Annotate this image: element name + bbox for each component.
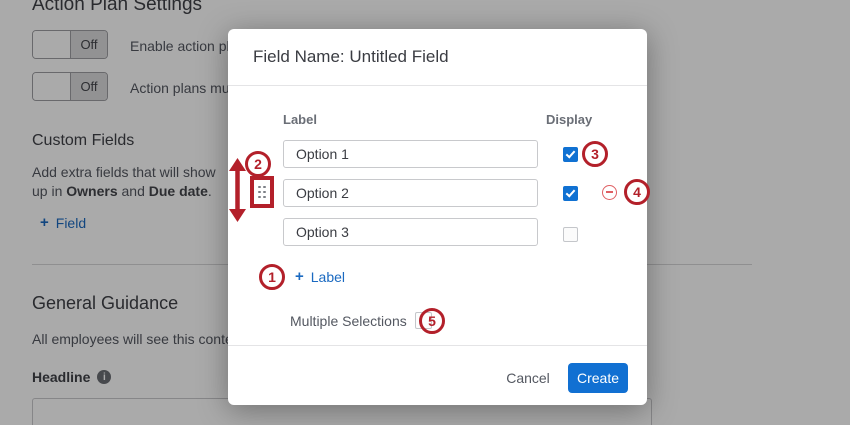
checkmark-icon bbox=[566, 148, 576, 158]
annotation-circle-2: 2 bbox=[245, 151, 271, 177]
option-3-label-input[interactable] bbox=[283, 218, 538, 246]
option-2-display-checkbox[interactable] bbox=[563, 186, 578, 201]
annotation-circle-5: 5 bbox=[419, 308, 445, 334]
reorder-arrow-icon bbox=[228, 158, 247, 222]
annotation-circle-4: 4 bbox=[624, 179, 650, 205]
multiple-selections-row: Multiple Selections bbox=[290, 312, 432, 329]
option-1-label-input[interactable] bbox=[283, 140, 538, 168]
create-button[interactable]: Create bbox=[568, 363, 628, 393]
drag-handle-highlight-box bbox=[250, 176, 274, 208]
footer-divider bbox=[228, 345, 647, 346]
modal-title: Field Name: Untitled Field bbox=[253, 47, 449, 67]
field-editor-modal: Field Name: Untitled Field Label Display… bbox=[228, 29, 647, 405]
screen: Action Plan Settings Off Enable action p… bbox=[0, 0, 850, 425]
display-column-header: Display bbox=[546, 112, 592, 127]
plus-icon: + bbox=[295, 268, 304, 285]
option-2-label-input[interactable] bbox=[283, 179, 538, 207]
annotation-circle-3: 3 bbox=[582, 141, 608, 167]
annotation-circle-1: 1 bbox=[259, 264, 285, 290]
option-3-display-checkbox[interactable] bbox=[563, 227, 578, 242]
minus-glyph bbox=[606, 191, 613, 193]
label-column-header: Label bbox=[283, 112, 317, 127]
option-1-display-checkbox[interactable] bbox=[563, 147, 578, 162]
drag-handle-icon[interactable] bbox=[258, 186, 266, 199]
remove-option-icon[interactable] bbox=[602, 185, 617, 200]
cancel-button[interactable]: Cancel bbox=[498, 363, 558, 393]
checkmark-icon bbox=[566, 187, 576, 197]
add-label-text: Label bbox=[311, 269, 345, 285]
multiple-selections-label: Multiple Selections bbox=[290, 313, 407, 329]
add-label-button[interactable]: + Label bbox=[295, 268, 345, 285]
modal-header: Field Name: Untitled Field bbox=[228, 29, 647, 86]
